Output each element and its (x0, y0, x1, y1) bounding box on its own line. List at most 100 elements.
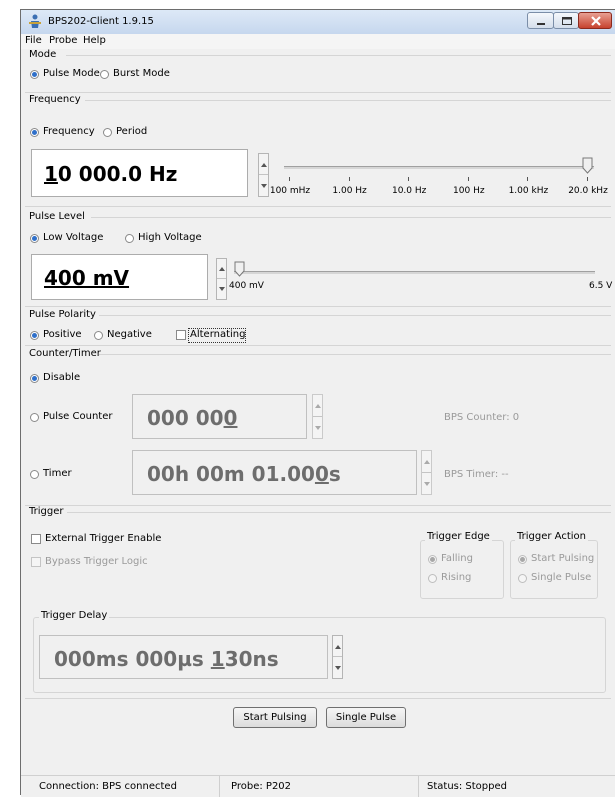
frequency-spin-down[interactable] (259, 175, 268, 196)
spin-down-icon (261, 184, 267, 188)
pulse-level-section-label: Pulse Level (29, 211, 85, 222)
bypass-trigger-checkbox[interactable] (31, 557, 41, 567)
pulse-polarity-divider (99, 315, 611, 316)
frequency-spin-up[interactable] (259, 154, 268, 175)
pulse-mode-label[interactable]: Pulse Mode (43, 68, 100, 79)
trigger-divider (67, 512, 611, 513)
burst-mode-label[interactable]: Burst Mode (113, 68, 170, 79)
frequency-slider-tick-label: 1.00 kHz (508, 186, 549, 196)
title-bar[interactable]: BPS202-Client 1.9.15 (21, 10, 615, 34)
timer-spin-down[interactable] (422, 473, 431, 495)
timer-radio[interactable] (30, 470, 39, 479)
single-pulse-button[interactable]: Single Pulse (326, 707, 406, 728)
low-voltage-label[interactable]: Low Voltage (43, 232, 103, 243)
external-trigger-label[interactable]: External Trigger Enable (45, 533, 161, 544)
pulse-counter-value-input[interactable]: 000 000 (132, 394, 307, 439)
single-pulse-action-radio[interactable] (518, 574, 527, 583)
burst-mode-radio[interactable] (100, 70, 109, 79)
high-voltage-radio[interactable] (125, 234, 134, 243)
falling-edge-radio[interactable] (428, 555, 437, 564)
frequency-slider-track[interactable] (284, 166, 594, 169)
trigger-edge-group (420, 540, 504, 599)
pulse-level-spin-down[interactable] (217, 279, 226, 299)
counter-disable-radio[interactable] (30, 374, 39, 383)
pulse-level-spinner[interactable] (216, 258, 227, 300)
rising-edge-radio[interactable] (428, 574, 437, 583)
high-voltage-label[interactable]: High Voltage (138, 232, 202, 243)
pulse-counter-spinner[interactable] (312, 394, 323, 439)
positive-label[interactable]: Positive (43, 329, 82, 340)
minimize-icon (537, 23, 545, 25)
period-radio[interactable] (103, 128, 112, 137)
maximize-button[interactable] (553, 12, 579, 29)
low-voltage-radio[interactable] (30, 234, 39, 243)
frequency-slider-thumb[interactable] (582, 157, 593, 174)
pulse-counter-radio[interactable] (30, 413, 39, 422)
trigger-delay-spinner[interactable] (332, 635, 343, 679)
bps-counter-readout: BPS Counter: 0 (444, 412, 520, 423)
external-trigger-checkbox[interactable] (31, 534, 41, 544)
frequency-value-cursor-digit: 1 (44, 162, 58, 186)
start-pulsing-action-radio[interactable] (518, 555, 527, 564)
pulse-status: Status: Stopped (427, 781, 507, 792)
divider (25, 345, 611, 346)
pulse-counter-label[interactable]: Pulse Counter (43, 411, 112, 422)
menu-help[interactable]: Help (83, 35, 106, 46)
negative-radio[interactable] (94, 331, 103, 340)
app-window: BPS202-Client 1.9.15 File Probe Help Mod… (20, 9, 615, 797)
pulse-level-slider-track[interactable] (234, 271, 595, 274)
pulse-level-spin-up[interactable] (217, 259, 226, 279)
trigger-edge-title: Trigger Edge (425, 531, 492, 542)
spin-up-icon (335, 645, 341, 649)
frequency-spinner[interactable] (258, 153, 269, 197)
trigger-section-label: Trigger (29, 506, 64, 517)
positive-radio[interactable] (30, 331, 39, 340)
falling-edge-label[interactable]: Falling (441, 553, 473, 564)
alternating-checkbox[interactable] (176, 330, 186, 340)
pulse-mode-radio[interactable] (30, 70, 39, 79)
timer-spinner[interactable] (421, 450, 432, 495)
period-option-label[interactable]: Period (116, 126, 147, 137)
rising-edge-label[interactable]: Rising (441, 572, 471, 583)
pulse-level-value-input[interactable]: 400 mV (31, 254, 208, 300)
start-pulsing-action-label[interactable]: Start Pulsing (531, 553, 594, 564)
trigger-delay-spin-up[interactable] (333, 636, 342, 657)
divider (25, 306, 611, 307)
frequency-value-input[interactable]: 10 000.0 Hz (31, 149, 248, 197)
timer-value-suffix: s (328, 462, 341, 486)
frequency-option-label[interactable]: Frequency (43, 126, 95, 137)
pulse-level-slider-min: 400 mV (229, 281, 264, 291)
divider (25, 698, 611, 699)
timer-value-input[interactable]: 00h 00m 01.000s (132, 450, 417, 495)
frequency-radio[interactable] (30, 128, 39, 137)
spin-down-icon (219, 287, 225, 291)
counter-timer-section-label: Counter/Timer (29, 348, 101, 359)
pulse-level-slider-thumb[interactable] (234, 261, 245, 277)
single-pulse-action-label[interactable]: Single Pulse (531, 572, 591, 583)
menu-probe[interactable]: Probe (49, 35, 77, 46)
counter-disable-label[interactable]: Disable (43, 372, 80, 383)
trigger-delay-value-input[interactable]: 000ms 000µs 130ns (39, 635, 328, 679)
pulse-counter-spin-down[interactable] (313, 417, 322, 439)
timer-label[interactable]: Timer (43, 468, 72, 479)
trigger-delay-value-suffix: 30ns (224, 647, 279, 671)
frequency-slider-tick (408, 177, 410, 181)
start-pulsing-button[interactable]: Start Pulsing (233, 707, 317, 728)
pulse-counter-spin-up[interactable] (313, 395, 322, 417)
spin-down-icon (424, 481, 430, 486)
trigger-delay-spin-down[interactable] (333, 657, 342, 678)
timer-spin-up[interactable] (422, 451, 431, 473)
alternating-label[interactable]: Alternating (190, 329, 245, 340)
bypass-trigger-label[interactable]: Bypass Trigger Logic (45, 556, 148, 567)
app-person-icon (29, 14, 41, 28)
close-button[interactable] (578, 12, 612, 29)
negative-label[interactable]: Negative (107, 329, 152, 340)
menu-file[interactable]: File (25, 35, 42, 46)
minimize-button[interactable] (527, 12, 554, 29)
spin-down-icon (315, 425, 321, 430)
pulse-level-value-text: 400 mV (44, 266, 130, 290)
frequency-slider-tick (467, 177, 469, 181)
close-icon (591, 16, 601, 26)
pulse-counter-value-text: 000 00 (147, 406, 224, 430)
frequency-slider-tick-label: 100 Hz (453, 186, 485, 196)
